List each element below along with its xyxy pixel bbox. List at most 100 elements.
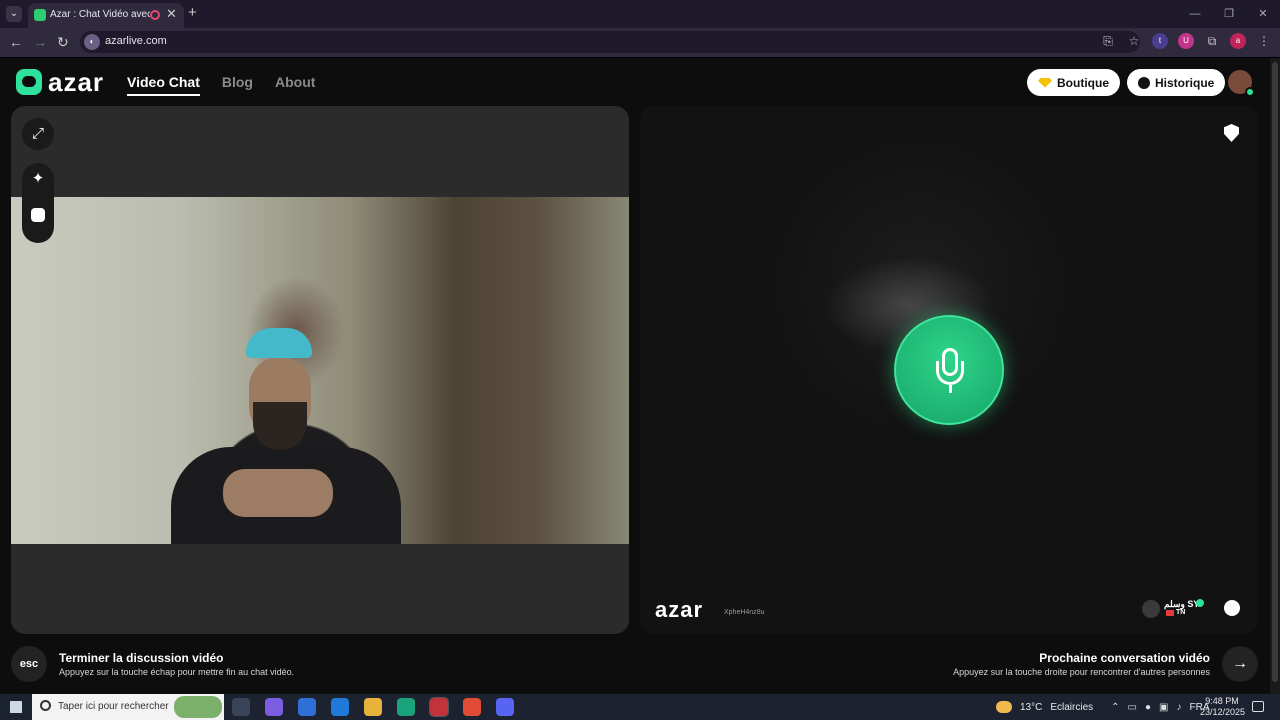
browser-toolbar: ← → ↻ ◐ azarlive.com ⎘ ☆ t U ⧉ a ⋮ — [0, 28, 1280, 57]
watermark-id: XpheH4nz8u — [724, 609, 765, 616]
task-view-icon[interactable] — [232, 698, 250, 716]
close-window-button[interactable]: ✕ — [1246, 0, 1280, 28]
boutique-label: Boutique — [1057, 75, 1109, 90]
edge-icon[interactable] — [397, 698, 415, 716]
sparkle-effects-icon[interactable]: ✦ — [22, 163, 54, 195]
tab-search-dropdown-icon[interactable]: ⌄ — [6, 6, 22, 22]
search-icon — [40, 700, 51, 711]
url-text: azarlive.com — [105, 35, 167, 47]
tab-close-icon[interactable]: ✕ — [166, 6, 177, 22]
browser-tab-azar[interactable]: Azar : Chat Vidéo avec de n ✕ — [28, 3, 184, 28]
chat-bubble-icon[interactable] — [1224, 600, 1240, 616]
browser-tabbar: ⌄ Azar : Chat Vidéo avec de n ✕ + — ❐ ✕ — [0, 0, 1280, 28]
microphone-stem — [949, 385, 952, 393]
address-bar[interactable]: ◐ azarlive.com — [80, 31, 1140, 53]
tab-title: Azar : Chat Vidéo avec de n — [50, 9, 150, 20]
volume-icon[interactable]: ♪ — [1176, 702, 1181, 713]
azar-page: azar Video Chat Blog About Boutique Hist… — [0, 58, 1270, 694]
azar-logo[interactable]: azar — [16, 69, 104, 95]
next-arrow-button[interactable]: → — [1222, 646, 1258, 682]
person-beard — [253, 402, 307, 450]
azar-watermark: azar — [655, 597, 704, 622]
local-video-panel: ⤢ ✦ — [11, 106, 629, 634]
extension-t-icon[interactable]: t — [1152, 33, 1168, 49]
mail-icon[interactable] — [331, 698, 349, 716]
clock-date: 23/12/2025 — [1200, 707, 1246, 717]
windows-start-icon[interactable] — [10, 701, 22, 713]
copilot-icon[interactable] — [265, 698, 283, 716]
effects-toolbar: ✦ — [22, 163, 54, 243]
end-chat-title: Terminer la discussion vidéo — [59, 651, 224, 665]
country-flag-icon — [1166, 610, 1174, 616]
nav-video-chat[interactable]: Video Chat — [127, 74, 200, 96]
scrollbar-thumb[interactable] — [1272, 62, 1278, 682]
obs-icon[interactable] — [429, 697, 449, 717]
window-controls: — ❐ ✕ — [1178, 0, 1280, 28]
recording-indicator-icon — [150, 10, 160, 20]
system-tray: 13°C Eclaircies ⌃ ▭ ● ▣ ♪ FRA — [996, 694, 1209, 720]
historique-button[interactable]: Historique — [1127, 69, 1226, 96]
peer-country: TN — [1176, 609, 1186, 616]
weather-temp[interactable]: 13°C — [1020, 702, 1042, 713]
user-avatar[interactable] — [1228, 70, 1255, 97]
back-button[interactable]: ← — [9, 34, 23, 50]
microphone-button[interactable] — [894, 315, 1004, 425]
face-filter-icon[interactable] — [22, 199, 54, 231]
file-explorer-icon[interactable] — [364, 698, 382, 716]
person-hands — [223, 469, 333, 517]
main-nav: Video Chat Blog About — [127, 74, 315, 96]
peer-info[interactable]: وسلم SY TN — [1142, 598, 1204, 620]
notifications-icon[interactable] — [1252, 701, 1264, 712]
network-icon[interactable]: ▭ — [1128, 702, 1137, 713]
weather-desc[interactable]: Eclaircies — [1050, 702, 1093, 713]
nav-about[interactable]: About — [275, 74, 315, 96]
expand-icon[interactable]: ⤢ — [22, 118, 54, 150]
page-scrollbar[interactable] — [1270, 58, 1280, 694]
clock-time: 9:48 PM — [1205, 696, 1239, 706]
chrome-icon[interactable] — [463, 698, 481, 716]
browser-actions: ⎘ ☆ t U ⧉ a ⋮ — [1100, 33, 1272, 49]
remote-video-panel: azar XpheH4nz8u وسلم SY TN — [640, 106, 1258, 634]
windows-taskbar: Taper ici pour rechercher 13°C Eclaircie… — [0, 694, 1280, 720]
logo-text: azar — [48, 67, 105, 97]
tray-overflow-icon[interactable]: ⌃ — [1111, 702, 1119, 713]
install-app-icon[interactable]: ⎘ — [1100, 33, 1116, 49]
display-icon[interactable]: ▣ — [1159, 702, 1168, 713]
gem-icon — [1038, 77, 1052, 88]
discord-icon[interactable] — [496, 698, 514, 716]
online-status-icon — [1245, 87, 1255, 97]
store-icon[interactable] — [298, 698, 316, 716]
peer-avatar — [1142, 600, 1160, 618]
next-chat-title: Prochaine conversation vidéo — [1039, 651, 1210, 665]
browser-menu-icon[interactable]: ⋮ — [1256, 33, 1272, 49]
search-placeholder: Taper ici pour rechercher — [58, 701, 169, 712]
nav-blog[interactable]: Blog — [222, 74, 253, 96]
person-cap — [246, 328, 312, 358]
azar-logo-icon — [16, 69, 42, 95]
restore-button[interactable]: ❐ — [1212, 0, 1246, 28]
local-camera-feed — [11, 197, 629, 544]
site-info-icon[interactable]: ◐ — [84, 34, 100, 50]
end-chat-subtitle: Appuyez sur la touche échap pour mettre … — [59, 667, 295, 677]
verified-icon — [1196, 599, 1204, 607]
bookmark-star-icon[interactable]: ☆ — [1126, 33, 1142, 49]
reload-button[interactable]: ↻ — [57, 34, 69, 51]
taskbar-apps — [232, 697, 514, 717]
taskbar-search[interactable]: Taper ici pour rechercher — [32, 694, 224, 720]
report-shield-icon[interactable] — [1224, 124, 1239, 142]
new-tab-button[interactable]: + — [188, 4, 197, 21]
next-chat-subtitle: Appuyez sur la touche droite pour rencon… — [953, 667, 1210, 677]
forward-button[interactable]: → — [33, 34, 47, 50]
search-highlight-image — [174, 696, 222, 718]
microphone-tray-icon[interactable]: ● — [1145, 702, 1151, 713]
boutique-button[interactable]: Boutique — [1027, 69, 1120, 96]
weather-icon[interactable] — [996, 701, 1012, 713]
minimize-button[interactable]: — — [1178, 0, 1212, 28]
historique-label: Historique — [1155, 75, 1215, 90]
profile-avatar-icon[interactable]: a — [1230, 33, 1246, 49]
microphone-arc — [936, 361, 964, 385]
esc-key-button[interactable]: esc — [11, 646, 47, 682]
extension-u-icon[interactable]: U — [1178, 33, 1194, 49]
extensions-puzzle-icon[interactable]: ⧉ — [1204, 33, 1220, 49]
taskbar-clock[interactable]: 9:48 PM 23/12/2025 — [1200, 696, 1246, 718]
